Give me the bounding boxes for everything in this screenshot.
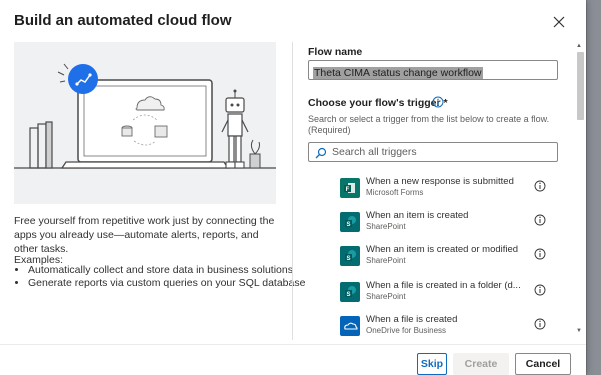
scroll-up-arrow-icon[interactable]: ▲ bbox=[576, 43, 582, 49]
scroll-down-arrow-icon[interactable]: ▼ bbox=[576, 328, 582, 334]
build-flow-dialog: Build an automated cloud flow Free yours… bbox=[0, 0, 586, 375]
trigger-name: When a file is created bbox=[366, 314, 458, 325]
trigger-item-forms-new-response[interactable]: F When a new response is submitted Micro… bbox=[340, 176, 555, 204]
create-button[interactable]: Create bbox=[453, 353, 509, 375]
trigger-hint: Search or select a trigger from the list… bbox=[308, 114, 550, 135]
info-icon[interactable] bbox=[534, 248, 546, 260]
example-item: Automatically collect and store data in … bbox=[28, 264, 308, 277]
trigger-item-sharepoint-item-created-or-modified[interactable]: S When an item is created or modified Sh… bbox=[340, 244, 555, 272]
search-placeholder: Search all triggers bbox=[332, 146, 417, 158]
sharepoint-icon: S bbox=[340, 246, 360, 266]
svg-text:S: S bbox=[347, 222, 351, 228]
flow-name-value: Theta CIMA status change workflow bbox=[313, 67, 483, 79]
info-icon[interactable] bbox=[534, 318, 546, 330]
backdrop bbox=[587, 0, 601, 375]
examples-list: Automatically collect and store data in … bbox=[14, 264, 308, 290]
close-icon[interactable] bbox=[551, 14, 567, 30]
info-icon[interactable] bbox=[534, 284, 546, 296]
laptop-illustration bbox=[14, 63, 276, 169]
info-icon[interactable] bbox=[534, 180, 546, 192]
trigger-connector: SharePoint bbox=[366, 222, 406, 231]
trigger-item-onedrive-file-created[interactable]: When a file is created OneDrive for Busi… bbox=[340, 314, 555, 342]
forms-icon: F bbox=[340, 178, 360, 198]
dialog-description: Free yourself from repetitive work just … bbox=[14, 215, 275, 255]
trigger-label: Choose your flow's trigger * bbox=[308, 97, 448, 109]
panel-divider bbox=[292, 42, 293, 340]
svg-text:S: S bbox=[347, 256, 351, 262]
trigger-connector: SharePoint bbox=[366, 256, 406, 265]
onedrive-icon bbox=[340, 316, 360, 336]
trigger-item-sharepoint-file-created-in-folder[interactable]: S When a file is created in a folder (d.… bbox=[340, 280, 555, 308]
search-icon bbox=[315, 147, 327, 159]
svg-text:F: F bbox=[346, 187, 350, 193]
cancel-button[interactable]: Cancel bbox=[515, 353, 571, 375]
trigger-connector: SharePoint bbox=[366, 292, 406, 301]
trigger-name: When an item is created or modified bbox=[366, 244, 519, 255]
illustration bbox=[14, 42, 276, 204]
sharepoint-icon: S bbox=[340, 282, 360, 302]
flow-name-input[interactable]: Theta CIMA status change workflow bbox=[308, 60, 558, 80]
trigger-item-sharepoint-item-created[interactable]: S When an item is created SharePoint bbox=[340, 210, 555, 238]
dialog-title: Build an automated cloud flow bbox=[14, 12, 232, 29]
footer-divider bbox=[0, 344, 586, 345]
flow-name-label: Flow name bbox=[308, 46, 363, 58]
example-item: Generate reports via custom queries on y… bbox=[28, 277, 308, 290]
info-icon[interactable] bbox=[534, 214, 546, 226]
scrollbar-thumb[interactable] bbox=[577, 52, 584, 120]
sharepoint-icon: S bbox=[340, 212, 360, 232]
info-icon[interactable] bbox=[432, 96, 444, 108]
svg-text:S: S bbox=[347, 292, 351, 298]
trigger-connector: OneDrive for Business bbox=[366, 326, 447, 335]
skip-button[interactable]: Skip bbox=[417, 353, 447, 375]
trigger-search-input[interactable]: Search all triggers bbox=[308, 142, 558, 162]
trigger-connector: Microsoft Forms bbox=[366, 188, 424, 197]
trigger-name: When a file is created in a folder (d... bbox=[366, 280, 521, 291]
trigger-name: When an item is created bbox=[366, 210, 469, 221]
trigger-name: When a new response is submitted bbox=[366, 176, 514, 187]
